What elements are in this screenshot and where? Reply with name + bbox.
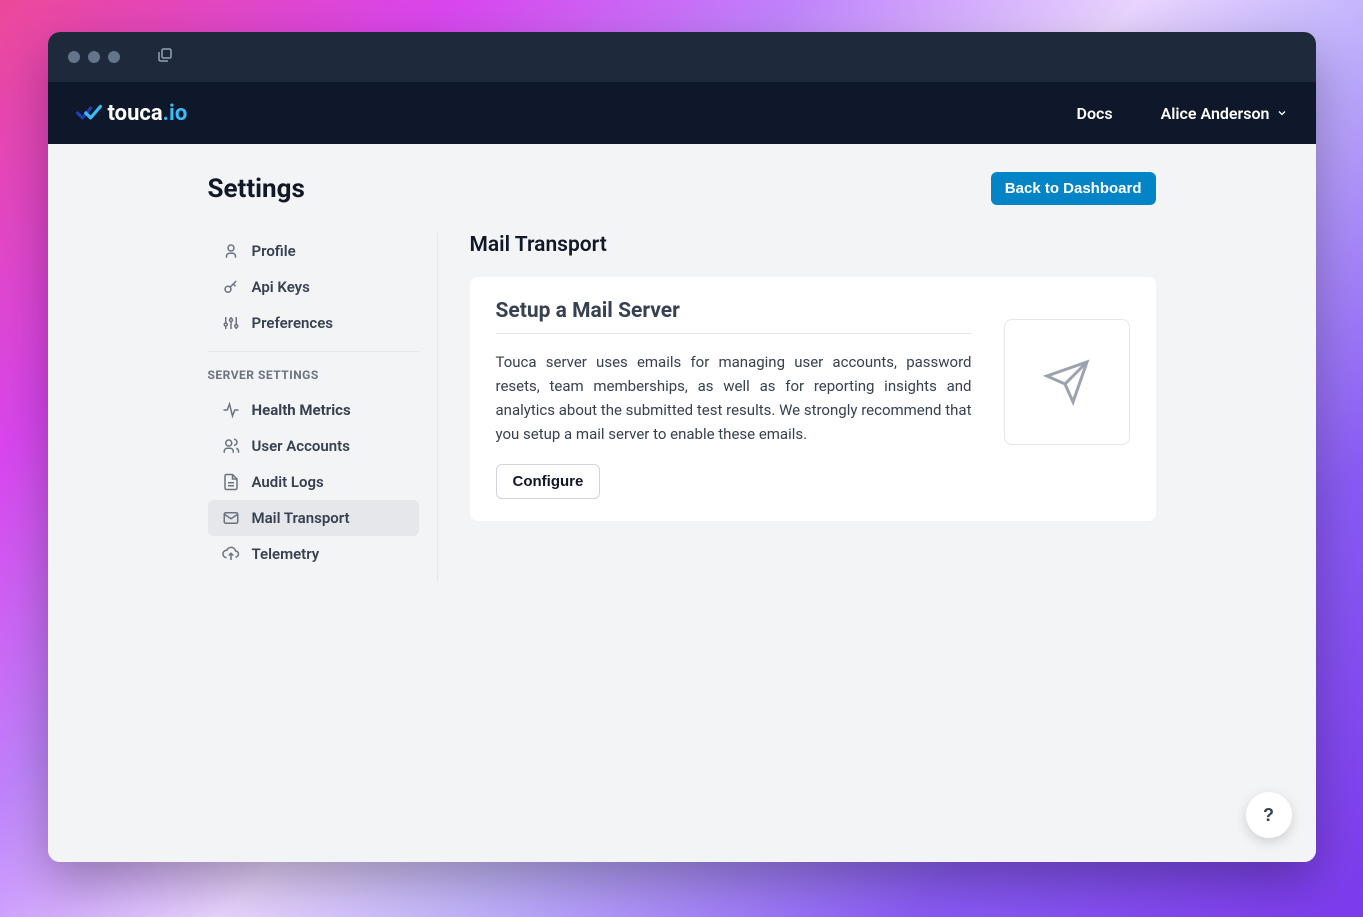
sidebar-item-label: Audit Logs xyxy=(252,473,324,491)
send-icon xyxy=(1043,358,1091,406)
window-stack-icon[interactable] xyxy=(156,46,174,68)
close-window-button[interactable] xyxy=(68,51,80,63)
maximize-window-button[interactable] xyxy=(108,51,120,63)
content-area: Settings Back to Dashboard Profile Api K… xyxy=(48,144,1316,862)
settings-sidebar: Profile Api Keys Preferences xyxy=(208,233,438,582)
sidebar-item-label: Preferences xyxy=(252,314,334,332)
sidebar-item-label: Profile xyxy=(252,242,296,260)
chevron-down-icon xyxy=(1276,107,1288,119)
file-icon xyxy=(222,473,240,491)
docs-link[interactable]: Docs xyxy=(1077,104,1113,123)
brand-logo[interactable]: touca.io xyxy=(76,101,188,126)
card-description: Touca server uses emails for managing us… xyxy=(496,350,972,446)
page-header: Settings Back to Dashboard xyxy=(208,172,1156,205)
sidebar-item-audit-logs[interactable]: Audit Logs xyxy=(208,464,419,500)
sidebar-item-label: Api Keys xyxy=(252,278,310,296)
app-window: touca.io Docs Alice Anderson Settings Ba… xyxy=(48,32,1316,862)
sidebar-item-profile[interactable]: Profile xyxy=(208,233,419,269)
help-button[interactable]: ? xyxy=(1246,792,1292,838)
sidebar-divider xyxy=(208,351,419,352)
sidebar-item-health-metrics[interactable]: Health Metrics xyxy=(208,392,419,428)
logo-mark-icon xyxy=(76,104,102,122)
page-title: Settings xyxy=(208,174,305,204)
configure-button[interactable]: Configure xyxy=(496,464,601,499)
back-to-dashboard-button[interactable]: Back to Dashboard xyxy=(991,172,1156,205)
user-name: Alice Anderson xyxy=(1161,104,1270,123)
sidebar-item-label: Mail Transport xyxy=(252,509,350,527)
section-title: Mail Transport xyxy=(470,233,1156,257)
header-nav: Docs Alice Anderson xyxy=(1077,104,1288,123)
mail-server-card: Setup a Mail Server Touca server uses em… xyxy=(470,277,1156,521)
sidebar-section-heading: SERVER SETTINGS xyxy=(208,364,419,392)
users-icon xyxy=(222,437,240,455)
key-icon xyxy=(222,278,240,296)
mail-icon xyxy=(222,509,240,527)
card-illustration xyxy=(1004,319,1130,445)
app-header: touca.io Docs Alice Anderson xyxy=(48,82,1316,144)
user-menu[interactable]: Alice Anderson xyxy=(1161,104,1288,123)
traffic-lights xyxy=(68,51,120,63)
sliders-icon xyxy=(222,314,240,332)
sidebar-item-preferences[interactable]: Preferences xyxy=(208,305,419,341)
user-icon xyxy=(222,242,240,260)
sidebar-item-telemetry[interactable]: Telemetry xyxy=(208,536,419,572)
sidebar-item-label: Telemetry xyxy=(252,545,320,563)
card-title: Setup a Mail Server xyxy=(496,299,972,334)
sidebar-item-user-accounts[interactable]: User Accounts xyxy=(208,428,419,464)
sidebar-item-label: Health Metrics xyxy=(252,401,351,419)
window-titlebar xyxy=(48,32,1316,82)
minimize-window-button[interactable] xyxy=(88,51,100,63)
main-panel: Mail Transport Setup a Mail Server Touca… xyxy=(438,233,1156,582)
activity-icon xyxy=(222,401,240,419)
sidebar-item-api-keys[interactable]: Api Keys xyxy=(208,269,419,305)
brand-name: touca.io xyxy=(108,101,188,126)
sidebar-item-label: User Accounts xyxy=(252,437,350,455)
cloud-upload-icon xyxy=(222,545,240,563)
sidebar-item-mail-transport[interactable]: Mail Transport xyxy=(208,500,419,536)
